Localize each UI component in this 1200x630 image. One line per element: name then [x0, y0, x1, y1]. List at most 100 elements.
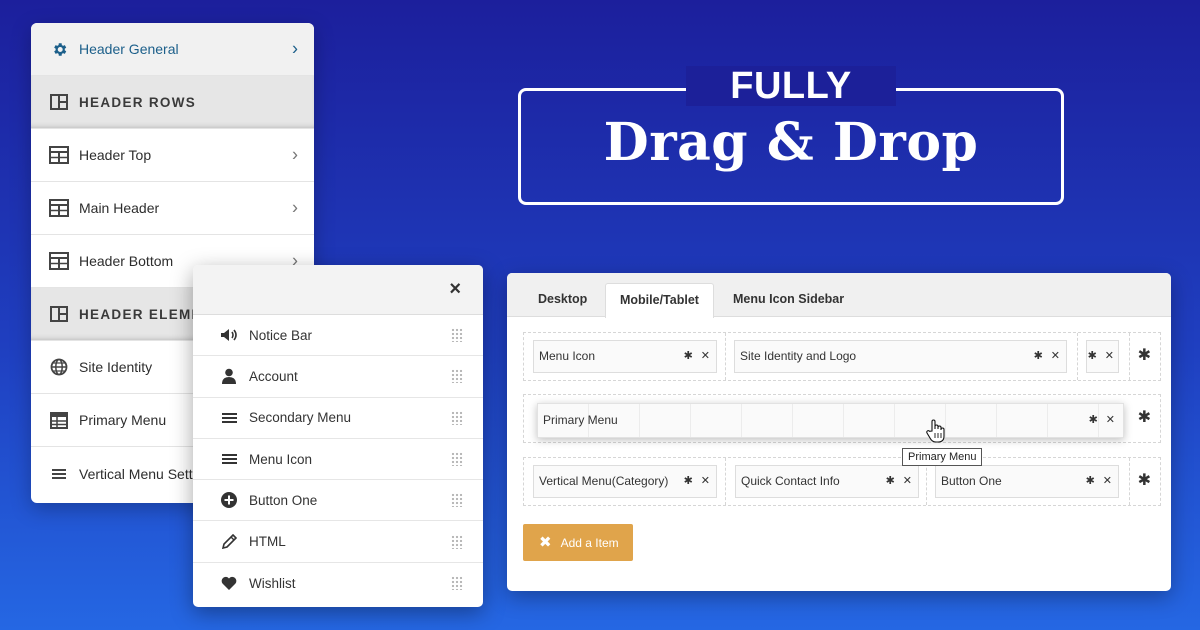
popup-header: × [193, 265, 483, 315]
drag-handle-icon[interactable] [451, 452, 463, 467]
gear-icon [49, 39, 69, 59]
gear-icon[interactable]: ✱ [1089, 414, 1098, 426]
heart-icon [219, 576, 239, 591]
table-icon [49, 410, 69, 430]
element-label: HTML [249, 534, 286, 550]
drag-handle-icon[interactable] [451, 493, 463, 508]
sidebar-item-header-general[interactable]: Header General › [31, 23, 314, 76]
item-label: Vertical Menu(Category) [539, 474, 669, 488]
columns-icon [49, 92, 69, 112]
element-label: Account [249, 368, 298, 384]
row-settings-icon[interactable]: ✱ [1138, 407, 1151, 427]
user-icon [219, 368, 239, 385]
section-header-rows: HEADER ROWS [31, 76, 314, 129]
section-label: HEADER ROWS [79, 94, 197, 110]
item-label: Button One [941, 474, 1002, 488]
gear-icon[interactable]: ✱ [684, 475, 693, 487]
headline-main-text: Drag & Drop [603, 112, 979, 173]
pencil-icon [219, 534, 239, 550]
builder-item-button-one[interactable]: Button One ✱ ✕ [935, 465, 1119, 498]
builder-item-menu-icon[interactable]: Menu Icon ✱ ✕ [533, 340, 717, 373]
hand-cursor-icon [926, 419, 945, 443]
sidebar-item-label: Primary Menu [79, 412, 167, 428]
element-secondary-menu[interactable]: Secondary Menu [193, 398, 483, 439]
close-icon[interactable]: ✕ [1103, 475, 1112, 487]
close-icon[interactable]: ✕ [903, 475, 912, 487]
add-item-label: Add a Item [560, 536, 619, 550]
close-icon[interactable]: ✕ [701, 350, 710, 362]
gear-icon[interactable]: ✱ [684, 350, 693, 362]
drag-handle-icon[interactable] [451, 328, 463, 343]
element-wishlist[interactable]: Wishlist [193, 563, 483, 604]
plus-circle-icon [219, 492, 239, 509]
close-icon[interactable]: ✕ [1106, 414, 1115, 426]
builder-item-vertical-menu[interactable]: Vertical Menu(Category) ✱ ✕ [533, 465, 717, 498]
chevron-right-icon: › [292, 197, 298, 218]
builder-tabs: Desktop Mobile/Tablet Menu Icon Sidebar [507, 273, 1171, 318]
element-label: Button One [249, 492, 318, 508]
builder-column[interactable]: Vertical Menu(Category) ✱ ✕ [524, 458, 726, 505]
add-item-button[interactable]: ✖ Add a Item [523, 524, 633, 561]
gear-icon[interactable]: ✱ [1088, 350, 1097, 362]
row-settings-icon[interactable]: ✱ [1138, 345, 1151, 365]
builder-item-empty[interactable]: ✱ ✕ [1086, 340, 1119, 373]
sidebar-item-label: Main Header [79, 200, 160, 216]
megaphone-icon [219, 328, 239, 342]
menu-icon [219, 412, 239, 424]
builder-column[interactable]: Quick Contact Info ✱ ✕ [726, 458, 927, 505]
elements-popup: × Notice Bar Account Secondary Menu Menu… [193, 265, 483, 607]
tab-desktop[interactable]: Desktop [524, 283, 601, 318]
drag-handle-icon[interactable] [451, 576, 463, 591]
element-button-one[interactable]: Button One [193, 480, 483, 522]
drag-tooltip: Primary Menu [902, 448, 983, 466]
sidebar-item-label: Header General [79, 41, 179, 57]
grid-icon [49, 251, 69, 271]
close-icon[interactable]: × [449, 278, 461, 301]
menu-icon [49, 464, 69, 484]
row-settings-icon[interactable]: ✱ [1138, 470, 1151, 490]
sidebar-item-main-header[interactable]: Main Header › [31, 182, 314, 235]
element-account[interactable]: Account [193, 356, 483, 398]
builder-item-site-identity[interactable]: Site Identity and Logo ✱ ✕ [734, 340, 1067, 373]
close-icon[interactable]: ✕ [701, 475, 710, 487]
dragging-item-primary-menu[interactable]: Primary Menu ✱ ✕ [537, 403, 1124, 438]
builder-row-bottom[interactable]: Vertical Menu(Category) ✱ ✕ Quick Contact… [523, 457, 1161, 506]
builder-column[interactable]: Menu Icon ✱ ✕ [524, 333, 726, 380]
element-html[interactable]: HTML [193, 521, 483, 563]
drag-handle-icon[interactable] [451, 410, 463, 425]
builder-row-top[interactable]: Menu Icon ✱ ✕ Site Identity and Logo ✱ ✕ ✱… [523, 332, 1161, 381]
chevron-right-icon: › [292, 38, 298, 59]
close-icon[interactable]: ✕ [1051, 350, 1060, 362]
gear-icon[interactable]: ✱ [1034, 350, 1043, 362]
grid-icon [49, 145, 69, 165]
sidebar-item-label: Vertical Menu Setti [79, 465, 196, 482]
sidebar-item-label: Header Bottom [79, 253, 174, 269]
builder-column[interactable]: ✱ ✕ [1078, 333, 1130, 380]
section-label: HEADER ELEME [79, 306, 202, 322]
drag-handle-icon[interactable] [451, 534, 463, 549]
tab-mobile-tablet[interactable]: Mobile/Tablet [605, 283, 714, 318]
drag-handle-icon[interactable] [451, 369, 463, 384]
item-label: Quick Contact Info [741, 474, 840, 488]
close-icon[interactable]: ✕ [1105, 350, 1114, 362]
builder-column[interactable]: Site Identity and Logo ✱ ✕ [726, 333, 1078, 380]
item-label: Primary Menu [543, 413, 618, 427]
headline-top-text: FULLY [686, 66, 896, 106]
element-menu-icon[interactable]: Menu Icon [193, 439, 483, 481]
sidebar-item-label: Site Identity [79, 359, 153, 375]
gear-icon[interactable]: ✱ [1086, 475, 1095, 487]
sidebar-item-header-top[interactable]: Header Top › [31, 129, 314, 182]
globe-icon [49, 357, 69, 377]
menu-icon [219, 453, 239, 465]
item-label: Site Identity and Logo [740, 349, 857, 363]
columns-icon [49, 304, 69, 324]
add-icon: ✖ [539, 534, 552, 551]
grid-icon [49, 198, 69, 218]
gear-icon[interactable]: ✱ [886, 475, 895, 487]
element-label: Notice Bar [249, 327, 313, 343]
element-label: Menu Icon [249, 451, 313, 467]
builder-item-quick-contact[interactable]: Quick Contact Info ✱ ✕ [735, 465, 919, 498]
element-notice-bar[interactable]: Notice Bar [193, 315, 483, 357]
tab-menu-icon-sidebar[interactable]: Menu Icon Sidebar [719, 283, 858, 318]
sidebar-item-label: Header Top [79, 147, 152, 163]
